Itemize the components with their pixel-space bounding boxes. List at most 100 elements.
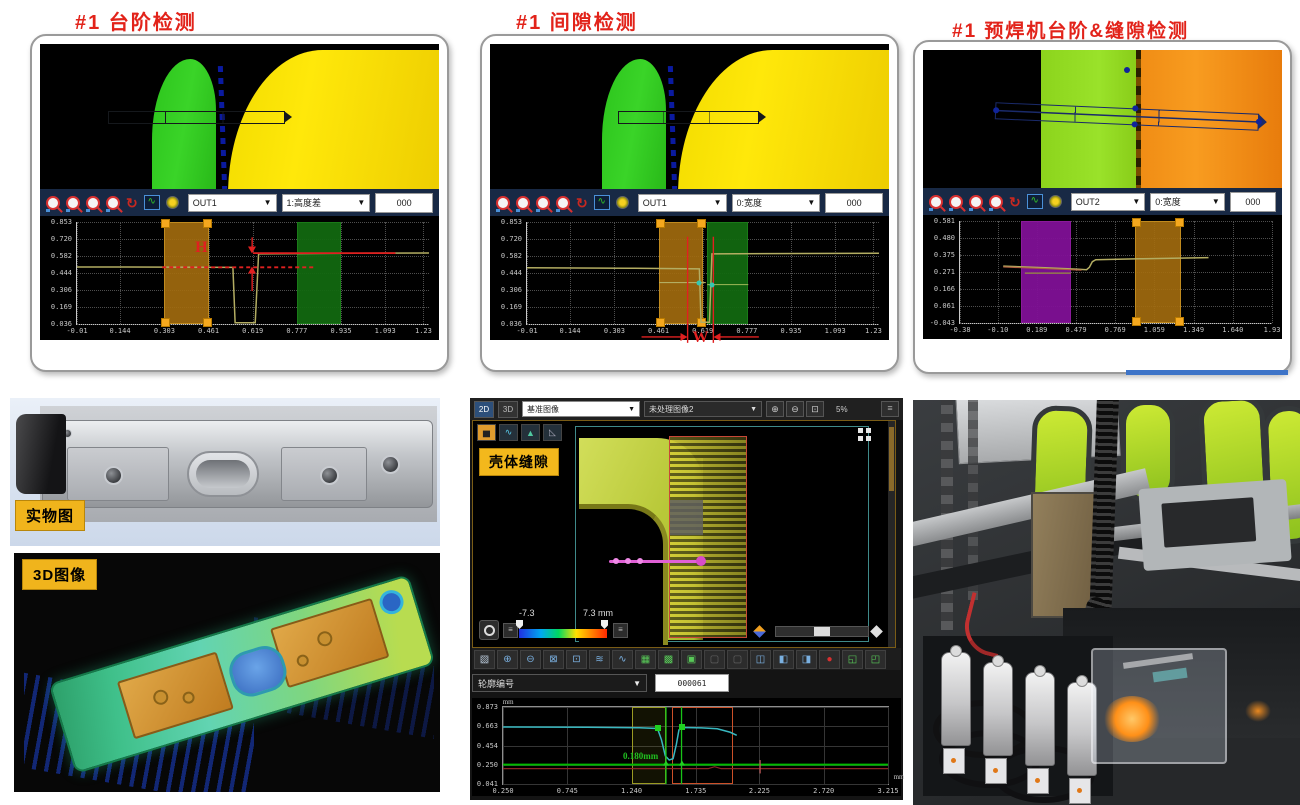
y-tick-label: 0.375 <box>934 251 955 259</box>
rotate-icon[interactable]: ↻ <box>576 196 588 210</box>
export-icon[interactable]: ◱ <box>842 650 863 669</box>
output-select[interactable]: OUT1 <box>638 194 727 212</box>
screw-hole <box>104 466 123 485</box>
grid-icon[interactable]: ▦ <box>635 650 656 669</box>
settings-icon[interactable] <box>166 196 179 209</box>
processed-image-select[interactable]: 未处理图像2 <box>644 401 762 417</box>
profile-row-icon[interactable]: ≋ <box>589 650 610 669</box>
zoom-in-icon[interactable]: ⊕ <box>766 401 784 417</box>
measure-icon[interactable]: ◫ <box>750 650 771 669</box>
value-box[interactable]: 000 <box>375 193 433 213</box>
waveform-icon[interactable]: ∿ <box>594 195 610 210</box>
scroll-thumb[interactable] <box>889 427 894 491</box>
record-icon[interactable]: ● <box>819 650 840 669</box>
pad-hole <box>151 688 170 707</box>
y-tick-label: 0.306 <box>51 286 72 294</box>
measure-point[interactable] <box>1132 105 1138 111</box>
zoom-out-icon[interactable] <box>989 195 1003 209</box>
zoom-in-icon[interactable] <box>536 196 550 210</box>
zoom-select-icon[interactable] <box>66 196 80 210</box>
mode-select[interactable]: 1:高度差 <box>282 194 371 212</box>
fullscreen-icon[interactable] <box>858 428 872 442</box>
zoom-out-icon[interactable]: ⊖ <box>520 650 541 669</box>
profile-col-icon[interactable]: ∿ <box>612 650 633 669</box>
image-viewport[interactable]: ▅∿▲◺ 壳体缝隙 ≡ -7.3 7.3 mm ≡ <box>472 420 896 648</box>
rotate-icon[interactable]: ↻ <box>126 196 138 210</box>
warm-light-glow <box>1245 700 1271 722</box>
profile-chart-preweld: 0.5810.4800.3750.2710.1660.061-0.043-0.3… <box>923 215 1282 339</box>
green-surface <box>602 59 666 190</box>
marker-diamond-icon[interactable] <box>870 625 883 638</box>
zoom-select-icon[interactable] <box>516 196 530 210</box>
output-select[interactable]: OUT1 <box>188 194 277 212</box>
pan-icon[interactable]: ⊡ <box>566 650 587 669</box>
x-tick-label: 0.461 <box>198 327 219 335</box>
roi-tool-icon[interactable]: ▧ <box>474 650 495 669</box>
profile-icon[interactable]: ∿ <box>499 424 518 441</box>
chart-annotation: W <box>692 329 708 347</box>
terrain-icon[interactable]: ▲ <box>521 424 540 441</box>
horizontal-scrollbar[interactable] <box>775 626 869 637</box>
angle-icon[interactable]: ◺ <box>543 424 562 441</box>
zoom-out-icon[interactable] <box>106 196 120 210</box>
zoom-in-icon[interactable]: ⊕ <box>497 650 518 669</box>
target-button[interactable] <box>479 620 499 640</box>
zoom-fit-icon[interactable]: ⊡ <box>806 401 824 417</box>
output-select[interactable]: OUT2 <box>1071 193 1146 211</box>
zoom-full-icon[interactable] <box>46 196 60 210</box>
zoom-out-icon[interactable]: ⊖ <box>786 401 804 417</box>
tool-menu-icon[interactable]: ≡ <box>881 401 899 417</box>
tab-3d[interactable]: 3D <box>498 401 518 418</box>
zoom-in-icon[interactable] <box>969 195 983 209</box>
measure-line-tool[interactable] <box>108 111 286 124</box>
vertical-scrollbar[interactable] <box>888 421 895 647</box>
x-tick-label: 0.303 <box>154 327 175 335</box>
source-image-select[interactable]: 基准图像 <box>522 401 640 417</box>
inspector-toolbar: ▧⊕⊖⊠⊡≋∿▦▩▣▢▢◫◧◨●◱◰ <box>472 648 901 670</box>
rotate-icon[interactable]: ↻ <box>1009 195 1021 209</box>
compare-icon[interactable]: ◰ <box>865 650 886 669</box>
value-box[interactable]: 000 <box>825 193 883 213</box>
value-box[interactable]: 000 <box>1230 192 1276 212</box>
settings-icon[interactable] <box>616 196 629 209</box>
roi-rect-icon[interactable]: ▩ <box>658 650 679 669</box>
measure-point[interactable] <box>1256 119 1262 125</box>
measure-v-icon[interactable]: ◨ <box>796 650 817 669</box>
settings-icon[interactable] <box>1049 195 1062 208</box>
zoom-in-icon[interactable] <box>86 196 100 210</box>
scale-options-icon[interactable]: ≡ <box>503 623 518 638</box>
colormap-icon[interactable]: ▅ <box>477 424 496 441</box>
mask2-icon[interactable]: ▢ <box>727 650 748 669</box>
x-tick-label: 0.777 <box>286 327 307 335</box>
profile-number-select[interactable]: 轮廓编号 <box>472 674 647 692</box>
y-tick-label: 0.169 <box>51 303 72 311</box>
measure-h-icon[interactable]: ◧ <box>773 650 794 669</box>
waveform-icon[interactable]: ∿ <box>144 195 160 210</box>
colorbar-min: -7.3 <box>519 608 535 618</box>
marker-diamond-icon[interactable] <box>753 625 766 638</box>
roi-multi-icon[interactable]: ▣ <box>681 650 702 669</box>
mask-icon[interactable]: ▢ <box>704 650 725 669</box>
measure-line-tool[interactable] <box>618 111 760 124</box>
gridline <box>77 324 429 325</box>
zoom-full-icon[interactable] <box>929 195 943 209</box>
zoom-select-icon[interactable] <box>949 195 963 209</box>
scroll-thumb[interactable] <box>814 627 830 636</box>
mode-select[interactable]: 0:宽度 <box>732 194 821 212</box>
measure-point[interactable] <box>993 107 999 113</box>
x-tick-label: 0.619 <box>242 327 263 335</box>
y-tick-label: 0.720 <box>501 235 522 243</box>
measure-arrow[interactable] <box>609 560 701 563</box>
color-scale-bar[interactable] <box>519 629 607 638</box>
scale-handle[interactable] <box>601 620 608 629</box>
waveform-icon[interactable]: ∿ <box>1027 194 1043 209</box>
zoom-out-icon[interactable] <box>556 196 570 210</box>
profile-number-value[interactable]: 000061 <box>655 674 729 692</box>
orange-pad <box>270 598 389 688</box>
zoom-full-icon[interactable] <box>496 196 510 210</box>
zoom-window-icon[interactable]: ⊠ <box>543 650 564 669</box>
x-tick-label: -0.01 <box>516 327 537 335</box>
scale-lock-icon[interactable]: ≡ <box>613 623 628 638</box>
mode-select[interactable]: 0:宽度 <box>1150 193 1225 211</box>
tab-2d[interactable]: 2D <box>474 401 494 418</box>
